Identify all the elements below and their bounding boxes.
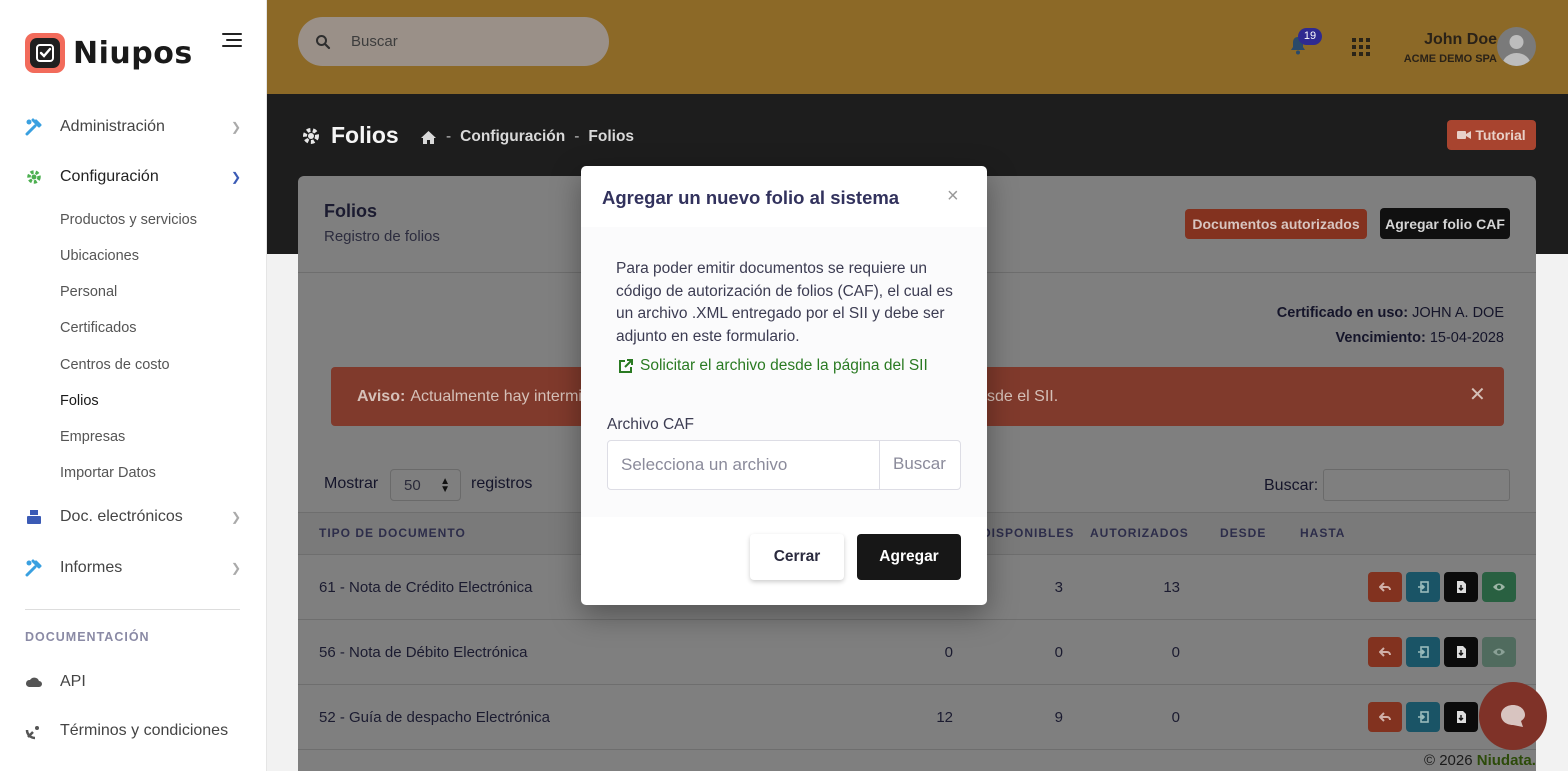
file-placeholder: Selecciona un archivo <box>621 455 788 474</box>
sidebar-item-label: Configuración <box>60 168 159 185</box>
chevron-right-icon: ❯ <box>231 120 242 134</box>
caf-field-label: Archivo CAF <box>607 416 694 433</box>
cancel-button[interactable]: Cerrar <box>750 534 844 580</box>
browse-button[interactable]: Buscar <box>893 454 946 474</box>
sii-link-label: Solicitar el archivo desde la página del… <box>640 357 928 374</box>
sidebar-subitem-empresas[interactable]: Empresas <box>60 429 125 445</box>
tools-icon <box>25 118 42 136</box>
sidebar-divider <box>25 609 240 610</box>
brand[interactable]: Niupos <box>25 33 193 73</box>
sidebar-item-label: API <box>60 673 86 690</box>
brand-logo-icon <box>25 33 65 73</box>
sii-link[interactable]: Solicitar el archivo desde la página del… <box>618 357 928 375</box>
sidebar-item-label: Doc. electrónicos <box>60 508 183 525</box>
modal-description: Para poder emitir documentos se requiere… <box>616 260 953 345</box>
sidebar-subitem-centros-costo[interactable]: Centros de costo <box>60 357 170 373</box>
satellite-dish-icon <box>25 726 39 740</box>
chevron-right-icon: ❯ <box>231 510 242 524</box>
brand-name: Niupos <box>73 35 193 71</box>
sidebar-item-label: Informes <box>60 559 123 576</box>
tools-icon <box>25 559 42 577</box>
sidebar-heading-documentacion: DOCUMENTACIÓN <box>25 630 150 644</box>
sidebar-subitem-ubicaciones[interactable]: Ubicaciones <box>60 248 139 264</box>
sidebar-item-configuracion[interactable]: Configuración ❯ <box>0 159 266 195</box>
modal-close-icon[interactable]: × <box>947 185 959 208</box>
gear-icon <box>27 170 41 184</box>
caf-file-input[interactable]: Selecciona un archivo Buscar <box>607 440 961 490</box>
sidebar-subitem-importar-datos[interactable]: Importar Datos <box>60 465 156 481</box>
sidebar-item-api[interactable]: API <box>0 664 266 700</box>
sidebar-item-label: Administración <box>60 118 165 135</box>
sidebar-subitem-personal[interactable]: Personal <box>60 284 117 300</box>
sidebar-item-doc-electronicos[interactable]: Doc. electrónicos ❯ <box>0 499 266 535</box>
cloud-icon <box>25 677 42 687</box>
sidebar: Niupos Administración ❯ Configuración ❯ … <box>0 0 267 771</box>
file-input-divider <box>879 441 880 489</box>
submit-button[interactable]: Agregar <box>857 534 961 580</box>
sidebar-subitem-productos[interactable]: Productos y servicios <box>60 212 197 228</box>
sidebar-subitem-certificados[interactable]: Certificados <box>60 320 137 336</box>
menu-toggle-icon[interactable] <box>220 33 242 51</box>
sidebar-item-administracion[interactable]: Administración ❯ <box>0 109 266 145</box>
sidebar-item-terminos[interactable]: Términos y condiciones <box>0 713 266 749</box>
sidebar-item-label: Términos y condiciones <box>60 722 229 739</box>
cash-register-icon <box>27 510 41 524</box>
add-folio-modal: Agregar un nuevo folio al sistema × Para… <box>581 166 987 605</box>
chevron-right-icon: ❯ <box>231 561 242 575</box>
modal-title: Agregar un nuevo folio al sistema <box>602 187 900 208</box>
chevron-down-icon: ❯ <box>231 170 242 184</box>
sidebar-item-informes[interactable]: Informes ❯ <box>0 550 266 586</box>
sidebar-subitem-folios[interactable]: Folios <box>60 393 99 409</box>
external-link-icon <box>619 359 633 373</box>
